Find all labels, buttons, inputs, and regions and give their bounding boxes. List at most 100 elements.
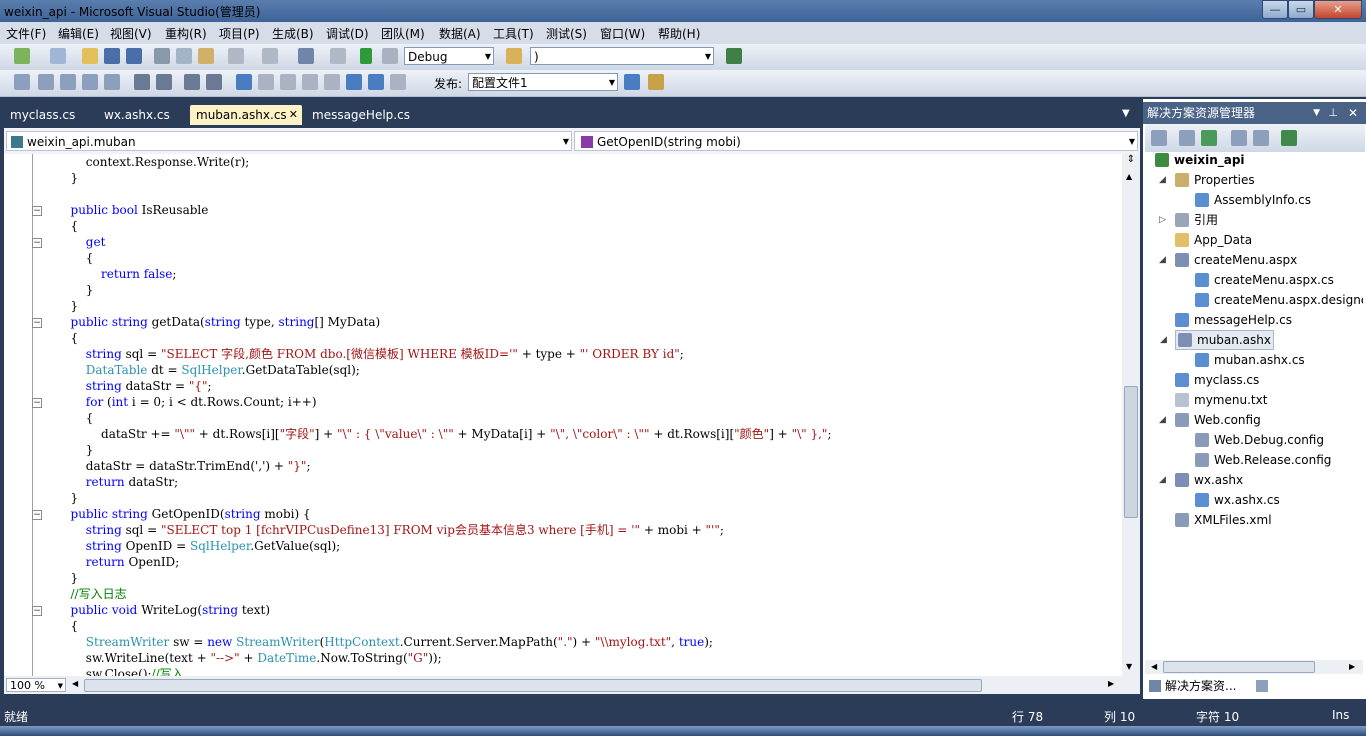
solution-tree-item[interactable]: XMLFiles.xml	[1175, 510, 1272, 530]
close-panel-icon[interactable]: ✕	[1348, 102, 1358, 124]
collapse-icon[interactable]: ◢	[1160, 331, 1167, 349]
code-line[interactable]: }	[40, 442, 94, 458]
uncomment-icon[interactable]	[206, 74, 222, 90]
maximize-button[interactable]: ▭	[1288, 0, 1314, 19]
copy-icon[interactable]	[176, 48, 192, 64]
clear-bookmarks-icon[interactable]	[390, 74, 406, 90]
navigate-backward-icon[interactable]	[298, 48, 314, 64]
code-line[interactable]: get	[40, 234, 106, 250]
find-in-files-icon[interactable]	[506, 48, 522, 64]
attach-process-icon[interactable]	[382, 48, 398, 64]
solution-tree-item[interactable]: ◢ Web.config	[1159, 410, 1261, 430]
code-line[interactable]: string dataStr = "{";	[40, 378, 212, 394]
prev-bookmark-icon[interactable]	[258, 74, 274, 90]
solution-config-select[interactable]: Debug ▼	[404, 47, 494, 65]
code-line[interactable]: sw.WriteLine(text + "-->" + DateTime.Now…	[40, 650, 442, 666]
decrease-indent-icon[interactable]	[134, 74, 150, 90]
menu-refactor[interactable]: 重构(R)	[165, 25, 207, 42]
pin-icon[interactable]: ⊥	[1328, 102, 1338, 124]
vertical-scrollbar[interactable]: ⇕ ▲ ▼	[1122, 154, 1140, 676]
scroll-up-icon[interactable]: ▲	[1126, 172, 1132, 181]
horizontal-scroll-thumb[interactable]	[84, 679, 982, 692]
solution-tree-item[interactable]: Web.Release.config	[1195, 450, 1331, 470]
tab-messagehelp[interactable]: messageHelp.cs	[306, 105, 416, 125]
next-bookmark-doc-icon[interactable]	[368, 74, 384, 90]
solution-tree-item[interactable]: App_Data	[1175, 230, 1252, 250]
close-tab-icon[interactable]: ✕	[289, 105, 298, 125]
undo-icon[interactable]	[228, 48, 244, 64]
code-line[interactable]: }	[40, 298, 79, 314]
toolbar-icon-5[interactable]	[104, 74, 120, 90]
scroll-left-icon[interactable]: ◀	[72, 679, 78, 688]
collapse-icon[interactable]: −	[32, 238, 42, 248]
code-line[interactable]: {	[40, 330, 79, 346]
tab-muban-ashx-active[interactable]: muban.ashx.cs ✕	[190, 105, 302, 125]
expand-icon[interactable]: ▷	[1159, 210, 1166, 230]
scroll-down-icon[interactable]: ▼	[1126, 662, 1132, 671]
code-line[interactable]: {	[40, 250, 94, 266]
refresh-icon[interactable]	[1201, 130, 1217, 146]
show-all-files-icon[interactable]	[1179, 130, 1195, 146]
view-designer-icon[interactable]	[1253, 130, 1269, 146]
redo-icon[interactable]	[262, 48, 278, 64]
menu-help[interactable]: 帮助(H)	[658, 25, 700, 42]
toolbar-icon-3[interactable]	[60, 74, 76, 90]
prev-bookmark-folder-icon[interactable]	[302, 74, 318, 90]
collapse-icon[interactable]: ◢	[1159, 410, 1166, 430]
scroll-right-icon[interactable]: ▶	[1108, 679, 1114, 688]
toolbar-icon-4[interactable]	[82, 74, 98, 90]
code-line[interactable]: {	[40, 218, 79, 234]
menu-build[interactable]: 生成(B)	[272, 25, 314, 42]
collapse-icon[interactable]: −	[32, 398, 42, 408]
menu-test[interactable]: 测试(S)	[546, 25, 587, 42]
find-combo[interactable]: ) ▼	[530, 47, 714, 65]
tab-solution-explorer[interactable]: 解决方案资...	[1145, 676, 1249, 696]
solution-tree-item[interactable]: ▷ 引用	[1159, 210, 1218, 230]
code-line[interactable]: public bool IsReusable	[40, 202, 209, 218]
code-line[interactable]: DataTable dt = SqlHelper.GetDataTable(sq…	[40, 362, 360, 378]
menu-team[interactable]: 团队(M)	[381, 25, 425, 42]
navigate-forward-icon[interactable]	[330, 48, 346, 64]
panel-menu-icon[interactable]: ▼	[1313, 102, 1320, 124]
code-line[interactable]: //写入日志	[40, 586, 127, 602]
member-dropdown[interactable]: GetOpenID(string mobi) ▼	[574, 131, 1138, 151]
collapse-icon[interactable]: −	[32, 510, 42, 520]
start-debugging-icon[interactable]	[360, 48, 372, 64]
collapse-icon[interactable]: ◢	[1159, 250, 1166, 270]
solution-hscroll[interactable]: ◀ ▶	[1145, 660, 1363, 674]
toolbar-icon-2[interactable]	[38, 74, 54, 90]
view-code-icon[interactable]	[1231, 130, 1247, 146]
solution-tree-item[interactable]: ◢ wx.ashx	[1159, 470, 1243, 490]
collapse-icon[interactable]: ◢	[1159, 170, 1166, 190]
solution-tree-item[interactable]: myclass.cs	[1175, 370, 1259, 390]
code-line[interactable]: string sql = "SELECT 字段,颜色 FROM dbo.[微信模…	[40, 346, 684, 362]
paste-icon[interactable]	[198, 48, 214, 64]
solution-explorer-icon[interactable]	[726, 48, 742, 64]
code-line[interactable]: }	[40, 490, 79, 506]
code-area[interactable]: context.Response.Write(r); } public bool…	[40, 154, 1120, 676]
save-all-icon[interactable]	[126, 48, 142, 64]
publish-profile-select[interactable]: 配置文件1 ▼	[468, 73, 618, 91]
code-line[interactable]: {	[40, 410, 94, 426]
menu-edit[interactable]: 编辑(E)	[58, 25, 99, 42]
code-line[interactable]: return dataStr;	[40, 474, 178, 490]
class-dropdown[interactable]: weixin_api.muban ▼	[6, 131, 572, 151]
solution-tree-item[interactable]: createMenu.aspx.cs	[1195, 270, 1334, 290]
code-line[interactable]: sw.Close();//写入	[40, 666, 184, 676]
code-line[interactable]: }	[40, 570, 79, 586]
menu-window[interactable]: 窗口(W)	[600, 25, 645, 42]
code-line[interactable]: for (int i = 0; i < dt.Rows.Count; i++)	[40, 394, 317, 410]
menu-tools[interactable]: 工具(T)	[493, 25, 534, 42]
close-button[interactable]: ✕	[1314, 0, 1362, 19]
solution-tree-item[interactable]: muban.ashx.cs	[1195, 350, 1305, 370]
code-line[interactable]: public string GetOpenID(string mobi) {	[40, 506, 311, 522]
minimize-button[interactable]: —	[1262, 0, 1288, 19]
code-line[interactable]: StreamWriter sw = new StreamWriter(HttpC…	[40, 634, 713, 650]
code-line[interactable]: dataStr = dataStr.TrimEnd(',') + "}";	[40, 458, 311, 474]
code-line[interactable]: context.Response.Write(r);	[40, 154, 250, 170]
open-folder-icon[interactable]	[82, 48, 98, 64]
prev-bookmark-doc-icon[interactable]	[346, 74, 362, 90]
scroll-left-icon[interactable]: ◀	[1151, 662, 1157, 671]
solution-tree-item[interactable]: weixin_api	[1155, 150, 1245, 170]
collapse-icon[interactable]: −	[32, 606, 42, 616]
